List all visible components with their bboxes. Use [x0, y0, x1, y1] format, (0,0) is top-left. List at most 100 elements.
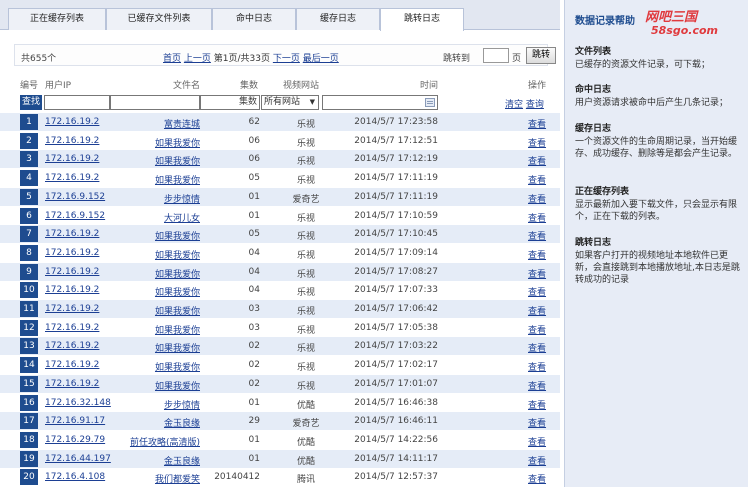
- user-ip-link[interactable]: 172.16.44.197: [45, 454, 111, 464]
- filename-link[interactable]: 金玉良缘: [164, 454, 200, 467]
- user-ip-link[interactable]: 172.16.19.2: [45, 117, 99, 127]
- prev-page-link[interactable]: 上一页: [184, 54, 211, 64]
- view-link[interactable]: 查看: [528, 229, 546, 242]
- last-page-link[interactable]: 最后一页: [303, 54, 339, 64]
- filename-link[interactable]: 如果我爱你: [155, 267, 200, 280]
- filename-link[interactable]: 如果我爱你: [155, 136, 200, 149]
- user-ip-link[interactable]: 172.16.91.17: [45, 416, 105, 426]
- first-page-link[interactable]: 首页: [163, 54, 181, 64]
- view-link[interactable]: 查看: [528, 323, 546, 336]
- view-link[interactable]: 查看: [528, 192, 546, 205]
- view-link[interactable]: 查看: [528, 472, 546, 485]
- view-link[interactable]: 查看: [528, 379, 546, 392]
- tab-cached-files[interactable]: 已缓存文件列表: [106, 8, 212, 30]
- episodes-filter-input[interactable]: 集数: [200, 95, 260, 110]
- view-link[interactable]: 查看: [528, 211, 546, 224]
- user-ip-link[interactable]: 172.16.19.2: [45, 323, 99, 333]
- user-ip-link[interactable]: 172.16.9.152: [45, 211, 105, 221]
- table-row: 6 172.16.9.152 大河儿女 01 乐视 2014/5/7 17:10:59 查看: [0, 206, 560, 225]
- site-cell: 爱奇艺: [292, 194, 320, 205]
- row-number-badge: 2: [20, 132, 38, 149]
- episode-cell: 04: [248, 285, 260, 296]
- search-button[interactable]: 查找: [20, 95, 42, 110]
- ip-filter-input[interactable]: [44, 95, 110, 110]
- user-ip-link[interactable]: 172.16.19.2: [45, 360, 99, 370]
- tab-caching-list[interactable]: 正在缓存列表: [8, 8, 106, 30]
- view-link[interactable]: 查看: [528, 416, 546, 429]
- user-ip-link[interactable]: 172.16.19.2: [45, 173, 99, 183]
- view-link[interactable]: 查看: [528, 154, 546, 167]
- user-ip-link[interactable]: 172.16.19.2: [45, 154, 99, 164]
- view-link[interactable]: 查看: [528, 173, 546, 186]
- filename-link[interactable]: 如果我爱你: [155, 360, 200, 373]
- table-row: 12 172.16.19.2 如果我爱你 03 乐视 2014/5/7 17:05:38 查…: [0, 318, 560, 337]
- user-ip-link[interactable]: 172.16.19.2: [45, 285, 99, 295]
- user-ip-link[interactable]: 172.16.9.152: [45, 192, 105, 202]
- help-title: 数据记录帮助: [575, 16, 635, 27]
- user-ip-link[interactable]: 172.16.19.2: [45, 341, 99, 351]
- filename-link[interactable]: 步步惊情: [164, 398, 200, 411]
- filename-link[interactable]: 富贵连城: [164, 117, 200, 130]
- user-ip-link[interactable]: 172.16.4.108: [45, 472, 105, 482]
- view-link[interactable]: 查看: [528, 267, 546, 280]
- view-link[interactable]: 查看: [528, 117, 546, 130]
- time-cell: 2014/5/7 17:09:14: [354, 247, 438, 258]
- filename-filter-input[interactable]: [110, 95, 200, 110]
- site-cell: 乐视: [296, 250, 315, 261]
- user-ip-link[interactable]: 172.16.19.2: [45, 379, 99, 389]
- user-ip-link[interactable]: 172.16.19.2: [45, 229, 99, 239]
- user-ip-link[interactable]: 172.16.19.2: [45, 136, 99, 146]
- filename-link[interactable]: 大河儿女: [164, 211, 200, 224]
- view-link[interactable]: 查看: [528, 454, 546, 467]
- user-ip-link[interactable]: 172.16.19.2: [45, 248, 99, 258]
- user-ip-link[interactable]: 172.16.19.2: [45, 267, 99, 277]
- filename-link[interactable]: 步步惊情: [164, 192, 200, 205]
- view-link[interactable]: 查看: [528, 341, 546, 354]
- filename-link[interactable]: 我们都爱笑: [155, 472, 200, 485]
- filename-link[interactable]: 如果我爱你: [155, 229, 200, 242]
- site-filter-value: 所有网站: [264, 97, 301, 107]
- filename-link[interactable]: 如果我爱你: [155, 285, 200, 298]
- view-link[interactable]: 查看: [528, 136, 546, 149]
- clear-link[interactable]: 清空: [505, 100, 523, 110]
- filename-link[interactable]: 前任攻略(高清版): [130, 435, 200, 448]
- filename-link[interactable]: 如果我爱你: [155, 154, 200, 167]
- calendar-icon[interactable]: [425, 98, 435, 107]
- help-heading: 缓存日志: [575, 124, 612, 134]
- user-ip-link[interactable]: 172.16.19.2: [45, 304, 99, 314]
- tab-redirect-log[interactable]: 跳转日志: [380, 8, 464, 31]
- filename-link[interactable]: 如果我爱你: [155, 379, 200, 392]
- help-text: 显示最新加入要下载文件，只会显示有限个，正在下载的列表。: [575, 200, 738, 222]
- row-number-badge: 5: [20, 188, 38, 205]
- page-number-input[interactable]: [483, 48, 509, 63]
- view-link[interactable]: 查看: [528, 304, 546, 317]
- next-page-link[interactable]: 下一页: [273, 54, 300, 64]
- filename-link[interactable]: 如果我爱你: [155, 304, 200, 317]
- view-link[interactable]: 查看: [528, 435, 546, 448]
- site-cell: 腾讯: [296, 475, 315, 486]
- help-text: 如果客户打开的视频地址本地软件已更新，会直接跳到本地播放地址,本日志是跳转成功的…: [575, 251, 740, 285]
- filename-link[interactable]: 如果我爱你: [155, 248, 200, 261]
- tab-cache-log[interactable]: 缓存日志: [296, 8, 380, 30]
- user-ip-link[interactable]: 172.16.29.79: [45, 435, 105, 445]
- query-link[interactable]: 查询: [526, 100, 544, 110]
- time-cell: 2014/5/7 17:03:22: [354, 341, 438, 352]
- site-cell: 优酷: [296, 400, 315, 411]
- view-link[interactable]: 查看: [528, 248, 546, 261]
- time-filter-input[interactable]: [322, 95, 438, 110]
- filename-link[interactable]: 如果我爱你: [155, 173, 200, 186]
- row-number-badge: 17: [20, 413, 38, 430]
- view-link[interactable]: 查看: [528, 285, 546, 298]
- jump-button[interactable]: 跳转: [526, 47, 556, 64]
- site-cell: 优酷: [296, 456, 315, 467]
- tab-hit-log[interactable]: 命中日志: [212, 8, 296, 30]
- view-link[interactable]: 查看: [528, 398, 546, 411]
- view-link[interactable]: 查看: [528, 360, 546, 373]
- filename-link[interactable]: 如果我爱你: [155, 323, 200, 336]
- site-filter-select[interactable]: 所有网站 ▼: [261, 95, 319, 110]
- time-cell: 2014/5/7 14:22:56: [354, 434, 438, 445]
- time-cell: 2014/5/7 17:23:58: [354, 117, 438, 127]
- filename-link[interactable]: 金玉良缘: [164, 416, 200, 429]
- filename-link[interactable]: 如果我爱你: [155, 341, 200, 354]
- user-ip-link[interactable]: 172.16.32.148: [45, 398, 111, 408]
